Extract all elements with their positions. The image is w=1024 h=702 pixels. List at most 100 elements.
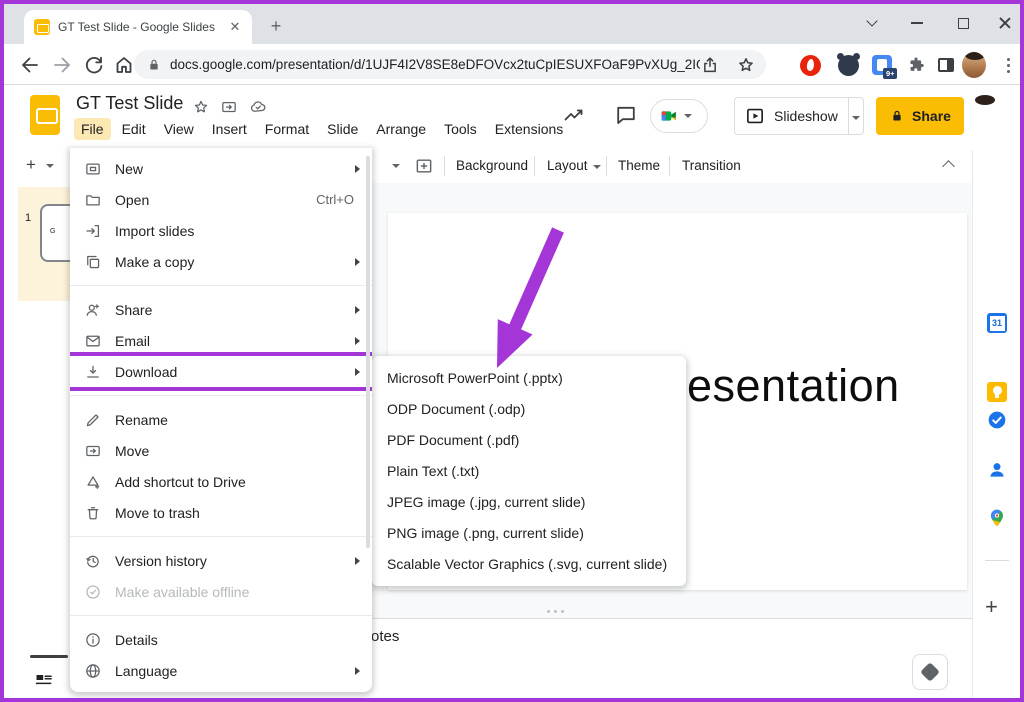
meet-camera-icon [658, 105, 680, 127]
meet-dropdown-caret-icon[interactable] [684, 114, 692, 118]
slide-number: 1 [25, 212, 31, 224]
slideshow-dropdown-caret-icon[interactable] [852, 116, 860, 120]
menu-edit[interactable]: Edit [115, 118, 153, 140]
meet-call-button[interactable] [650, 99, 708, 133]
submenu-arrow-icon [355, 258, 360, 266]
menu-file[interactable]: File [74, 118, 111, 140]
menu-item-rename[interactable]: Rename [70, 404, 372, 435]
window-maximize-button[interactable] [946, 8, 980, 38]
maps-icon[interactable] [987, 508, 1007, 528]
menu-item-import-slides[interactable]: Import slides [70, 215, 372, 246]
menu-item-share[interactable]: Share [70, 294, 372, 325]
get-addons-plus-icon[interactable]: + [985, 594, 998, 620]
menu-item-details[interactable]: Details [70, 624, 372, 655]
submenu-item-odp[interactable]: ODP Document (.odp) [372, 393, 686, 424]
filmstrip-scrollbar[interactable] [30, 655, 68, 658]
share-button[interactable]: Share [876, 97, 964, 135]
filmstrip-view-icon[interactable] [34, 670, 54, 690]
import-slides-icon [84, 222, 102, 240]
menu-arrange[interactable]: Arrange [369, 118, 433, 140]
menu-item-move-to-trash[interactable]: Move to trash [70, 497, 372, 528]
url-bar[interactable]: docs.google.com/presentation/d/1UJF4I2V8… [134, 50, 766, 79]
submenu-item-png[interactable]: PNG image (.png, current slide) [372, 517, 686, 548]
zoom-caret-icon[interactable] [392, 164, 400, 168]
new-tab-button[interactable]: + [264, 14, 288, 38]
notes-drag-handle[interactable] [547, 610, 564, 613]
bookmark-star-icon[interactable] [736, 55, 756, 75]
new-slide-plus-icon[interactable]: + [26, 155, 36, 175]
submenu-item-pdf[interactable]: PDF Document (.pdf) [372, 424, 686, 455]
slide-title-text[interactable]: esentation [687, 360, 900, 412]
transition-button[interactable]: Transition [682, 158, 741, 173]
menu-view[interactable]: View [157, 118, 201, 140]
menu-item-new[interactable]: New [70, 153, 372, 184]
submenu-item-txt[interactable]: Plain Text (.txt) [372, 455, 686, 486]
browser-tab[interactable]: GT Test Slide - Google Slides ✕ [24, 10, 252, 44]
new-slide-caret-icon[interactable] [46, 164, 54, 168]
lock-icon [146, 57, 162, 73]
back-icon[interactable] [18, 53, 42, 77]
extension-badge-icon[interactable]: 9+ [870, 53, 894, 77]
menu-item-version-history[interactable]: Version history [70, 545, 372, 576]
menu-slide[interactable]: Slide [320, 118, 365, 140]
background-button[interactable]: Background [456, 158, 528, 173]
slideshow-button[interactable]: Slideshow [734, 97, 864, 135]
browser-toolbar: docs.google.com/presentation/d/1UJF4I2V8… [4, 44, 1020, 85]
contacts-icon[interactable] [987, 460, 1007, 480]
keep-icon[interactable] [987, 382, 1007, 402]
star-document-icon[interactable] [192, 98, 210, 116]
window-close-button[interactable] [988, 8, 1022, 38]
submenu-item-pptx[interactable]: Microsoft PowerPoint (.pptx) [372, 362, 686, 393]
thumbnail-text: G [50, 228, 55, 235]
extensions-puzzle-icon[interactable] [904, 53, 928, 77]
layout-button[interactable]: Layout [547, 158, 588, 173]
explore-button[interactable] [912, 654, 948, 690]
theme-button[interactable]: Theme [618, 158, 660, 173]
speaker-notes-placeholder[interactable]: otes [371, 628, 399, 645]
browser-profile-avatar[interactable] [962, 53, 986, 77]
extension-bear-icon[interactable] [836, 53, 860, 77]
menu-item-download[interactable]: Download [70, 356, 372, 387]
submenu-arrow-icon [355, 337, 360, 345]
slides-logo-icon[interactable] [30, 95, 60, 135]
hide-menus-chevron-icon[interactable] [942, 160, 955, 173]
download-icon [84, 363, 102, 381]
home-icon[interactable] [112, 53, 136, 77]
extension-red-icon[interactable] [798, 53, 822, 77]
menu-scrollbar[interactable] [366, 156, 370, 548]
document-title[interactable]: GT Test Slide [76, 93, 183, 114]
menu-divider [70, 285, 372, 286]
account-avatar[interactable] [972, 97, 1006, 131]
menu-extensions[interactable]: Extensions [488, 118, 570, 140]
insert-placeholder-icon[interactable] [414, 156, 434, 176]
menu-item-move[interactable]: Move [70, 435, 372, 466]
forward-icon[interactable] [50, 53, 74, 77]
submenu-item-svg[interactable]: Scalable Vector Graphics (.svg, current … [372, 548, 686, 579]
submenu-item-jpeg[interactable]: JPEG image (.jpg, current slide) [372, 486, 686, 517]
share-lock-icon [889, 108, 905, 124]
menu-tools[interactable]: Tools [437, 118, 484, 140]
window-menu-chevron-icon[interactable] [855, 8, 889, 38]
tab-close-icon[interactable]: ✕ [226, 18, 244, 36]
side-panel-icon[interactable] [934, 53, 958, 77]
menu-item-open[interactable]: OpenCtrl+O [70, 184, 372, 215]
menu-item-email[interactable]: Email [70, 325, 372, 356]
move-document-icon[interactable] [220, 98, 238, 116]
reload-icon[interactable] [82, 53, 106, 77]
menu-item-language[interactable]: Language [70, 655, 372, 686]
comment-icon[interactable] [614, 103, 638, 127]
window-minimize-button[interactable] [900, 8, 934, 38]
menu-insert[interactable]: Insert [205, 118, 254, 140]
download-submenu: Microsoft PowerPoint (.pptx) ODP Documen… [372, 356, 686, 586]
cloud-saved-icon[interactable] [249, 98, 267, 116]
activity-trend-icon[interactable] [562, 103, 586, 127]
tasks-icon[interactable] [987, 410, 1007, 430]
menu-format[interactable]: Format [258, 118, 316, 140]
menu-item-make-a-copy[interactable]: Make a copy [70, 246, 372, 277]
menu-divider [70, 536, 372, 537]
browser-menu-dots-icon[interactable] [996, 53, 1020, 77]
menu-item-add-shortcut-to-drive[interactable]: Add shortcut to Drive [70, 466, 372, 497]
calendar-icon[interactable]: 31 [987, 313, 1007, 333]
share-page-icon[interactable] [700, 55, 720, 75]
submenu-arrow-icon [355, 368, 360, 376]
